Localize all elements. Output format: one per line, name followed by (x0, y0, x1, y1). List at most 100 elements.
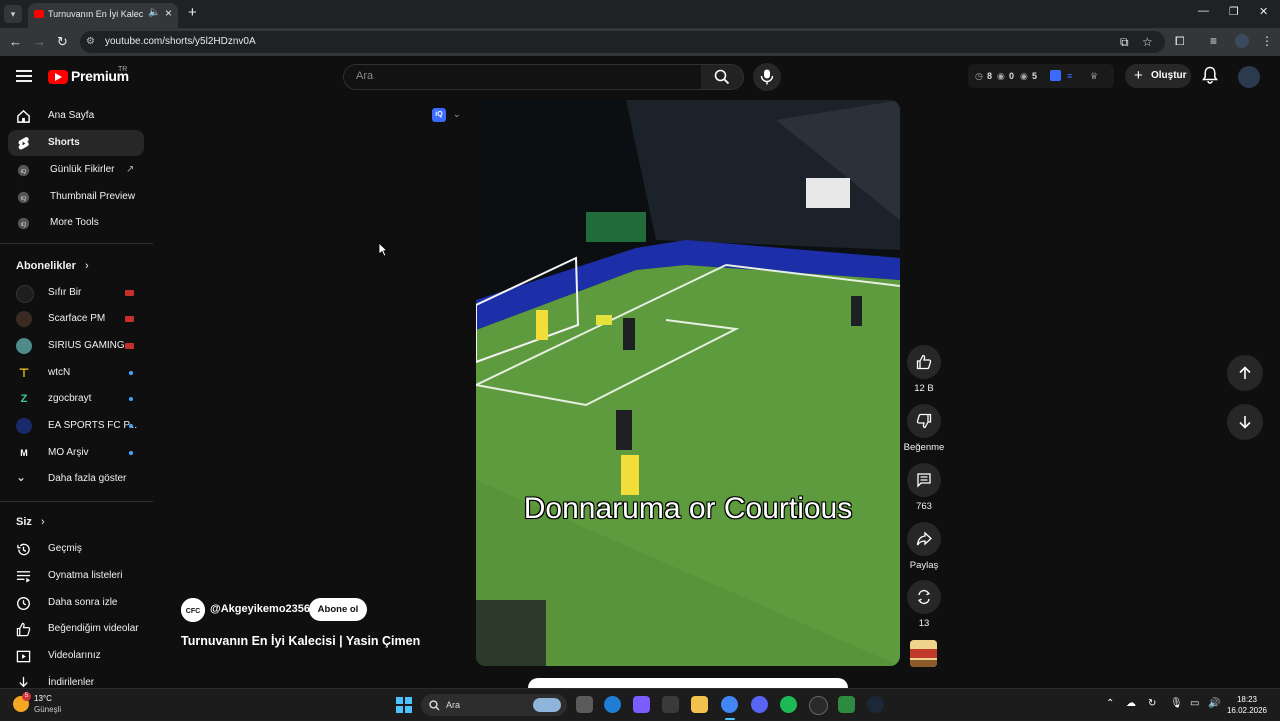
sidebar-subscription[interactable]: Sıfır Bir (8, 280, 144, 306)
bookmark-star-icon[interactable]: ☆ (1142, 35, 1153, 49)
discord-icon[interactable] (751, 696, 768, 713)
volume-icon[interactable]: 🔊 (1208, 698, 1220, 709)
sidebar-subscription[interactable]: M MO Arşiv (8, 440, 144, 466)
copilot-icon[interactable] (633, 696, 650, 713)
audio-source-thumbnail[interactable] (910, 640, 937, 667)
sidebar-subscription[interactable]: EA SPORTS FC P... (8, 413, 144, 439)
remix-icon (917, 589, 931, 605)
sidebar-item-liked-videos[interactable]: Beğendiğim videolar (8, 616, 144, 642)
game-launcher-icon[interactable] (838, 696, 855, 713)
subscription-label: MO Arşiv (48, 447, 89, 458)
sidebar-item-label: Geçmiş (48, 543, 82, 554)
you-heading[interactable]: Siz › (16, 516, 45, 528)
task-view-icon[interactable] (576, 696, 593, 713)
tab-search-button[interactable]: ▾ (4, 5, 22, 23)
taskbar-clock[interactable]: 18:23 16.02.2026 (1226, 694, 1268, 716)
restore-icon[interactable]: ❐ (1229, 5, 1239, 18)
sidebar-item-history[interactable]: Geçmiş (8, 536, 144, 562)
site-info-icon[interactable]: ⚙ (86, 36, 98, 48)
clock-icon: ◷ (975, 71, 983, 81)
like-count: 12 B (914, 383, 934, 394)
short-title[interactable]: Turnuvanın En İyi Kalecisi | Yasin Çimen (181, 634, 420, 648)
short-video-player[interactable]: Donnaruma or Courtious (476, 100, 900, 666)
search-input[interactable]: Ara (343, 64, 702, 90)
window-close-icon[interactable]: ✕ (1259, 5, 1268, 18)
url-bar[interactable]: ⚙ youtube.com/shorts/y5l2HDznv0A ⧉ ☆ (80, 31, 1165, 53)
sidebar-item-playlists[interactable]: Oynatma listeleri (8, 563, 144, 589)
sidebar-subscription[interactable]: Z zgocbrayt (8, 386, 144, 412)
chevron-up-icon[interactable]: ⌃ (1106, 698, 1114, 709)
speaker-icon[interactable]: 🔈 (148, 7, 160, 18)
extensions-puzzle-icon[interactable]: ⧠ (1175, 34, 1185, 49)
stat-count-3: 5 (1032, 71, 1038, 81)
voice-search-button[interactable] (753, 63, 781, 91)
sidebar-item-thumbnail-preview[interactable]: iQ Thumbnail Preview (8, 184, 144, 210)
search-button[interactable] (701, 64, 744, 90)
url-text: youtube.com/shorts/y5l2HDznv0A (105, 36, 256, 47)
new-content-dot-icon (129, 451, 133, 455)
create-button[interactable]: + Oluştur (1125, 64, 1191, 88)
sidebar-show-more[interactable]: ⌄ Daha fazla göster (8, 466, 144, 492)
more-menu-icon[interactable]: ⋮ (1261, 34, 1273, 48)
edge-browser-icon[interactable] (604, 696, 621, 713)
subscribe-button[interactable]: Abone ol (309, 598, 367, 621)
reload-icon[interactable]: ↻ (57, 34, 68, 50)
weather-condition[interactable]: Güneşli (34, 705, 61, 714)
file-explorer-icon[interactable] (691, 696, 708, 713)
display-icon[interactable]: ▭ (1190, 698, 1199, 709)
iq-extension-icon[interactable] (1050, 70, 1061, 81)
iq-extension-button[interactable]: iQ ⌄ (432, 106, 468, 126)
spotify-icon[interactable] (780, 696, 797, 713)
app-icon[interactable] (809, 696, 828, 715)
iq-tool-icon: iQ (17, 164, 30, 177)
forward-arrow-icon[interactable]: → (33, 34, 46, 49)
microsoft-store-icon[interactable] (662, 696, 679, 713)
view-icon: ◉ (1020, 71, 1028, 81)
sidebar-item-home[interactable]: Ana Sayfa (8, 103, 144, 129)
live-indicator-icon (125, 316, 134, 322)
sidebar-item-label: Shorts (48, 137, 80, 148)
previous-short-button[interactable] (1227, 355, 1263, 391)
notifications-bell-icon[interactable] (1202, 66, 1220, 86)
install-app-icon[interactable]: ⧉ (1120, 35, 1129, 50)
tab-close-icon[interactable]: × (165, 6, 172, 20)
account-avatar[interactable] (1238, 66, 1260, 88)
live-indicator-icon (125, 343, 134, 349)
channel-handle[interactable]: @Akgeyikemo2356 (210, 603, 310, 615)
plus-icon: + (1134, 67, 1143, 84)
clock-icon (17, 597, 30, 610)
sidebar-item-your-videos[interactable]: Videolarınız (8, 643, 144, 669)
profile-avatar-icon[interactable] (1235, 34, 1249, 48)
subscriptions-heading[interactable]: Abonelikler › (16, 260, 89, 272)
back-arrow-icon[interactable]: ← (9, 34, 22, 49)
menu-hamburger-icon[interactable] (16, 70, 32, 82)
sidebar-item-daily-ideas[interactable]: iQ Günlük Fikirler ↗ (8, 157, 144, 183)
microphone-icon[interactable]: 🎙 (1170, 698, 1183, 709)
browser-tab[interactable]: Turnuvanın En İyi Kalecisi | Yasin Çimen… (28, 3, 178, 28)
new-tab-button[interactable]: + (188, 4, 197, 21)
list-icon[interactable]: ≡ (1067, 71, 1072, 81)
next-short-button[interactable] (1227, 404, 1263, 440)
sidebar-subscription[interactable]: ⊤ wtcN (8, 360, 144, 386)
channel-avatar[interactable]: CFC (181, 598, 205, 622)
weather-temperature[interactable]: 13°C (34, 694, 52, 703)
sync-icon[interactable]: ↻ (1148, 698, 1156, 709)
trophy-icon[interactable]: ♕ (1090, 71, 1098, 82)
channel-avatar: Z (16, 391, 32, 407)
comment-icon (917, 473, 931, 488)
taskbar-search-box[interactable]: Ara (421, 694, 567, 716)
sidebar-item-shorts[interactable]: Shorts (8, 130, 144, 156)
windows-start-icon[interactable] (396, 697, 412, 713)
media-control-icon[interactable]: ≡ (1210, 34, 1217, 48)
thumbs-up-icon (16, 622, 31, 637)
cloud-icon[interactable]: ☁ (1126, 698, 1136, 709)
extension-stats-bar[interactable]: ◷ 8 ◉ 0 ◉ 5 ≡ ♕ (968, 64, 1114, 88)
steam-icon[interactable] (867, 696, 884, 713)
sidebar-subscription[interactable]: Scarface PM (8, 306, 144, 332)
sidebar-item-watch-later[interactable]: Daha sonra izle (8, 590, 144, 616)
sidebar-subscription[interactable]: SIRIUS GAMING (8, 333, 144, 359)
sidebar-item-more-tools[interactable]: iQ More Tools (8, 210, 144, 236)
minimize-icon[interactable]: — (1198, 5, 1209, 17)
chrome-icon[interactable] (721, 696, 738, 713)
chevron-right-icon: › (40, 516, 45, 528)
